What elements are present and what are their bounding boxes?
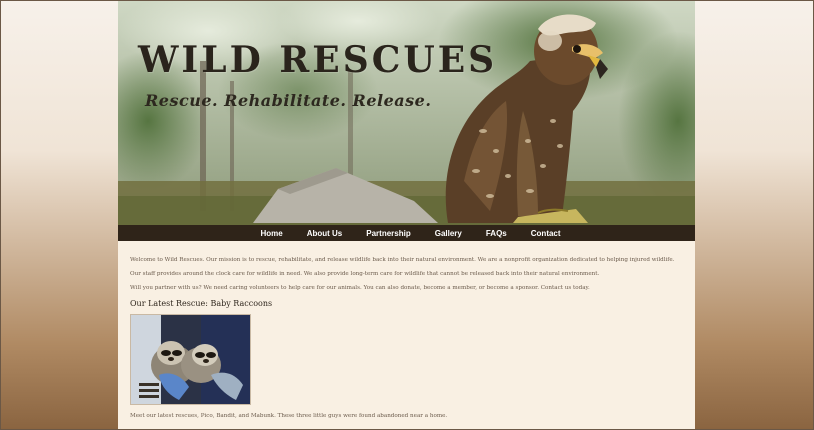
nav-about-us[interactable]: About Us <box>307 229 343 238</box>
latest-rescue-heading: Our Latest Rescue: Baby Raccoons <box>130 299 273 308</box>
partner-paragraph: Will you partner with us? We need caring… <box>130 285 590 291</box>
rescue-caption: Meet our latest rescues, Pico, Bandit, a… <box>130 413 448 419</box>
main-nav: Home About Us Partnership Gallery FAQs C… <box>118 225 695 241</box>
intro-paragraph: Welcome to Wild Rescues. Our mission is … <box>130 257 675 263</box>
site-tagline: Rescue. Rehabilitate. Release. <box>145 91 432 110</box>
main-content: Welcome to Wild Rescues. Our mission is … <box>130 257 680 427</box>
nav-gallery[interactable]: Gallery <box>435 229 462 238</box>
nav-faqs[interactable]: FAQs <box>486 229 507 238</box>
hawk-photo <box>118 1 695 225</box>
nav-partnership[interactable]: Partnership <box>366 229 410 238</box>
site-title: WILD RESCUES <box>138 39 498 81</box>
raccoons-photo <box>130 314 251 405</box>
page-container: WILD RESCUES Rescue. Rehabilitate. Relea… <box>118 1 695 429</box>
nav-contact[interactable]: Contact <box>531 229 561 238</box>
nav-home[interactable]: Home <box>260 229 282 238</box>
header-banner: WILD RESCUES Rescue. Rehabilitate. Relea… <box>118 1 695 225</box>
care-paragraph: Our staff provides around the clock care… <box>130 271 600 277</box>
